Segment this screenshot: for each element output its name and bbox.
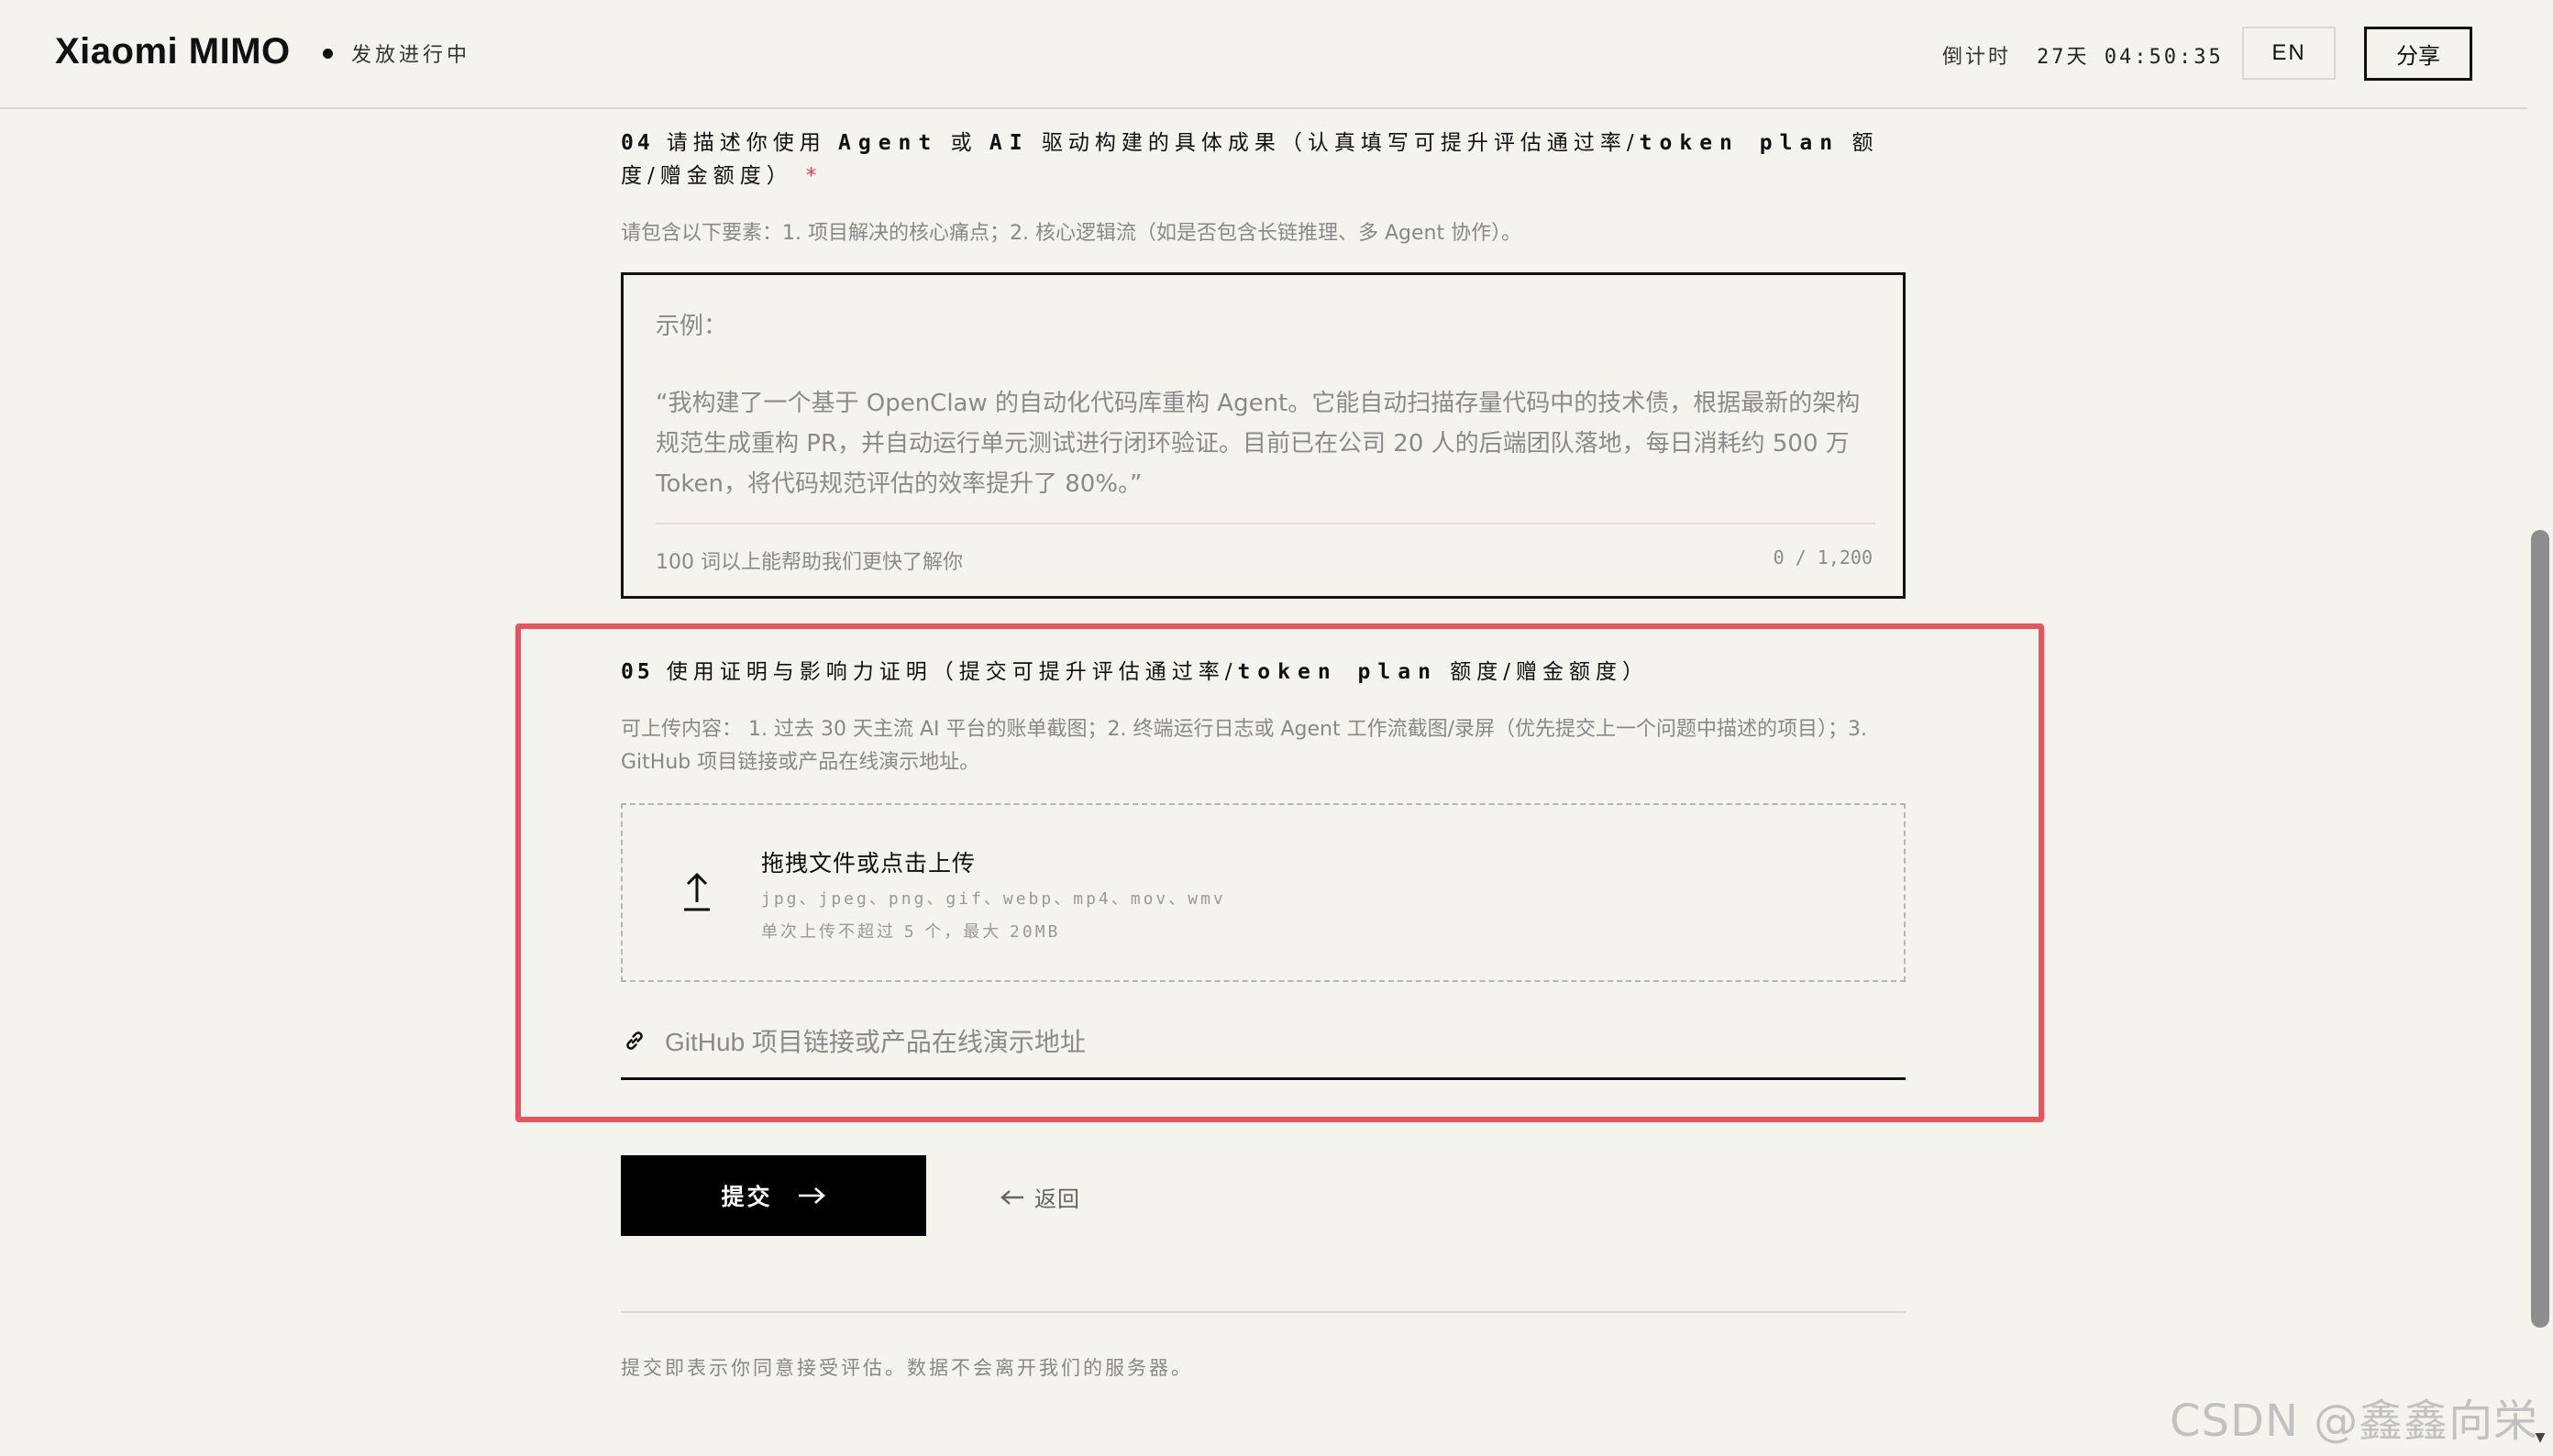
link-icon [626, 1031, 643, 1050]
scrollbar-thumb[interactable] [2531, 530, 2549, 1328]
status-indicator: 发放进行中 [323, 39, 470, 68]
status-text: 发放进行中 [351, 44, 471, 67]
watermark: CSDN @鑫鑫向栄 [2170, 1395, 2539, 1447]
arrow-right-icon [798, 1187, 825, 1204]
language-button[interactable]: EN [2242, 27, 2336, 80]
brand-logo[interactable]: Xiaomi MIMO [55, 31, 291, 72]
textarea-char-counter: 0 / 1,200 [1773, 546, 1873, 568]
status-dot-icon [323, 48, 333, 59]
submit-button[interactable]: 提交 [621, 1155, 926, 1236]
back-label: 返回 [1034, 1186, 1080, 1212]
question-5-title: 05 使用证明与影响力证明（提交可提升评估通过率/token plan 额度/赠金… [621, 660, 1649, 684]
footer-divider [621, 1311, 1906, 1313]
back-link[interactable]: 返回 [1000, 1181, 1080, 1213]
project-link-field [621, 1018, 1906, 1080]
question-4-hint: 请包含以下要素：1. 项目解决的核心痛点；2. 核心逻辑流（如是否包含长链推理、… [621, 222, 1522, 245]
footer-note: 提交即表示你同意接受评估。数据不会离开我们的服务器。 [621, 1357, 1193, 1379]
countdown: 倒计时 27天 04:50:35 [1942, 40, 2224, 70]
countdown-label: 倒计时 [1942, 46, 2012, 69]
countdown-value: 27天 04:50:35 [2037, 46, 2224, 69]
submit-label: 提交 [721, 1185, 773, 1210]
question-4-title: 04 请描述你使用 Agent 或 AI 驱动构建的具体成果（认真填写可提升评估通… [621, 131, 1879, 188]
upload-icon [684, 872, 710, 911]
textarea-divider [656, 523, 1875, 524]
question-5-number: 05 [621, 660, 654, 684]
arrow-left-icon [1000, 1189, 1023, 1205]
question-4-number: 04 [621, 131, 654, 155]
file-upload-dropzone[interactable]: 拖拽文件或点击上传 jpg、jpeg、png、gif、webp、mp4、mov、… [621, 803, 1906, 982]
achievement-textarea[interactable]: 示例： “我构建了一个基于 OpenClaw 的自动化代码库重构 Agent。它… [621, 272, 1906, 599]
upload-limit: 单次上传不超过 5 个，最大 20MB [761, 922, 1061, 942]
share-button[interactable]: 分享 [2364, 27, 2472, 81]
top-header: Xiaomi MIMO 发放进行中 倒计时 27天 04:50:35 EN 分享 [0, 0, 2527, 109]
question-5-hint: 可上传内容： 1. 过去 30 天主流 AI 平台的账单截图；2. 终端运行日志… [621, 718, 1867, 774]
page: Xiaomi MIMO 发放进行中 倒计时 27天 04:50:35 EN 分享… [0, 0, 2553, 1456]
textarea-word-hint: 100 词以上能帮助我们更快了解你 [656, 551, 963, 574]
textarea-example-text: “我构建了一个基于 OpenClaw 的自动化代码库重构 Agent。它能自动扫… [656, 390, 1861, 498]
upload-file-types: jpg、jpeg、png、gif、webp、mp4、mov、wmv [761, 889, 1226, 909]
upload-title: 拖拽文件或点击上传 [761, 850, 977, 877]
textarea-example-label: 示例： [656, 313, 728, 340]
required-mark: * [805, 164, 823, 188]
project-link-input[interactable] [665, 1020, 1894, 1065]
